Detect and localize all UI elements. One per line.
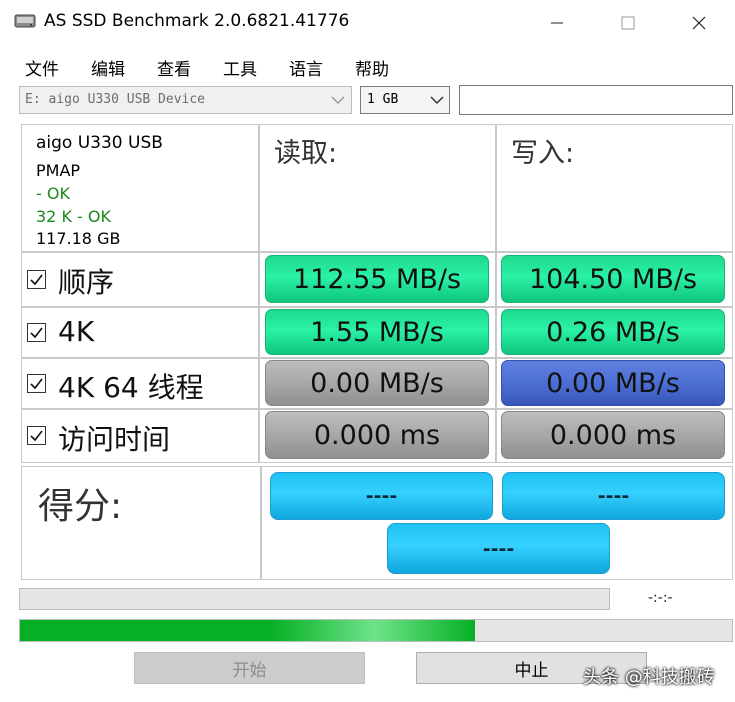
score-label-cell: 得分: [21,466,261,580]
4k-label: 4K [58,315,95,348]
seq-write-result: 104.50 MB/s [501,255,725,303]
row-4k64-label-cell: 4K 64 线程 [21,358,259,409]
access-checkbox[interactable] [27,426,46,445]
device-name: aigo U330 USB [36,133,163,153]
4k64-checkbox[interactable] [27,374,46,393]
row-4k-label-cell: 4K [21,307,259,358]
close-button[interactable] [676,0,722,46]
capacity: 117.18 GB [36,229,121,248]
access-read-result: 0.000 ms [265,411,489,459]
menu-file[interactable]: 文件 [25,55,59,80]
seq-label: 顺序 [58,266,115,299]
seq-checkbox[interactable] [27,270,46,289]
drive-select-value: E: aigo U330 USB Device [25,92,206,107]
menu-language[interactable]: 语言 [289,55,323,80]
row-seq-label-cell: 顺序 [21,252,259,307]
driver-status: - OK [36,184,70,203]
chevron-down-icon [331,96,345,105]
elapsed-time: -:-:- [648,590,673,606]
4k-checkbox[interactable] [27,323,46,342]
title-bar: AS SSD Benchmark 2.0.6821.41776 [0,0,735,46]
total-score: ---- [387,523,610,574]
read-header-cell: 读取: [259,124,496,252]
size-select[interactable]: 1 GB [360,86,450,114]
read-header: 读取: [274,138,338,169]
maximize-button[interactable] [605,0,651,46]
menu-bar: 文件 编辑 查看 工具 语言 帮助 [0,50,735,80]
score-label: 得分: [38,486,123,527]
drive-info-panel: aigo U330 USB PMAP - OK 32 K - OK 117.18… [21,124,259,252]
seq-read-result: 112.55 MB/s [265,255,489,303]
overall-progress-bar [19,619,733,642]
row-access-label-cell: 访问时间 [21,409,259,463]
alignment-status: 32 K - OK [36,207,111,226]
4k64-read-result: 0.00 MB/s [265,360,489,406]
start-button[interactable]: 开始 [134,652,365,684]
menu-tools[interactable]: 工具 [223,55,257,80]
hard-drive-icon [14,12,36,30]
window-title: AS SSD Benchmark 2.0.6821.41776 [44,11,350,31]
checkmark-icon [30,430,43,442]
size-select-value: 1 GB [367,92,399,107]
drive-select[interactable]: E: aigo U330 USB Device [19,86,352,114]
driver-name: PMAP [36,161,81,180]
checkmark-icon [30,327,43,339]
overall-progress-fill [20,620,475,641]
write-header-cell: 写入: [496,124,733,252]
read-score: ---- [270,472,493,520]
menu-help[interactable]: 帮助 [355,55,389,80]
access-label: 访问时间 [58,423,171,456]
minimize-icon [551,22,563,24]
menu-view[interactable]: 查看 [157,55,191,80]
4k64-label: 4K 64 线程 [58,371,204,404]
4k-write-result: 0.26 MB/s [501,309,725,355]
access-write-result: 0.000 ms [501,411,725,459]
test-progress-bar [19,588,610,610]
maximize-icon [621,16,635,30]
name-input[interactable] [459,85,733,115]
write-score: ---- [502,472,725,520]
chevron-down-icon [430,96,444,105]
close-icon [692,16,706,30]
minimize-button[interactable] [534,0,580,46]
4k-read-result: 1.55 MB/s [265,309,489,355]
checkmark-icon [30,378,43,390]
checkmark-icon [30,274,43,286]
menu-edit[interactable]: 编辑 [91,55,125,80]
write-header: 写入: [511,138,575,169]
4k64-write-result: 0.00 MB/s [501,360,725,406]
watermark: 头条 @科技搬砖 [583,667,715,688]
